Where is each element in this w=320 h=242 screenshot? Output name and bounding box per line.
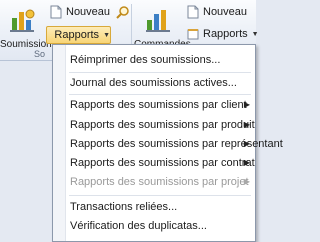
chevron-down-icon: ▼ [103,32,110,39]
rapports-label-1: Rapports [54,29,99,41]
menu-item-par-projet: Rapports des soumissions par projet ▶ [70,173,250,191]
menu-item-label: Rapports des soumissions par client [70,99,247,111]
chevron-down-icon: ▼ [252,31,259,38]
new-document-icon [187,5,199,19]
rapports-dropdown-menu: Réimprimer des soumissions... Journal de… [52,44,256,242]
report-icon [187,28,199,40]
chevron-right-icon: ▶ [244,96,250,114]
commandes-icon [134,6,182,37]
new-document-icon [50,5,62,19]
menu-item-label: Réimprimer des soumissions... [70,54,220,66]
menu-item-par-client[interactable]: Rapports des soumissions par client ▶ [70,96,250,114]
nouveau-label-2: Nouveau [203,6,247,18]
search-icon [116,5,130,19]
soumissions-icon [0,6,44,37]
rapports-button-1[interactable]: Rapports ▼ [46,26,111,44]
menu-item-duplicatas[interactable]: Vérification des duplicatas... [70,217,250,235]
chevron-right-icon: ▶ [244,116,250,134]
chevron-right-icon: ▶ [244,135,250,153]
menu-separator [69,195,251,196]
menu-separator [69,94,251,95]
commandes-button[interactable]: Commandes [134,2,182,50]
rapports-label-2: Rapports [203,28,248,40]
rapports-button-2[interactable]: Rapports ▼ [187,26,259,42]
menu-item-label: Vérification des duplicatas... [70,220,207,232]
nouveau-button-1[interactable]: Nouveau [50,4,110,20]
menu-item-label: Rapports des soumissions par représentan… [70,138,283,150]
menu-item-transactions[interactable]: Transactions reliées... [70,198,250,216]
nouveau-label-1: Nouveau [66,6,110,18]
menu-separator [69,72,251,73]
menu-item-label: Journal des soumissions actives... [70,77,237,89]
menu-item-label: Rapports des soumissions par contrat [70,157,255,169]
menu-item-journal[interactable]: Journal des soumissions actives... [70,74,250,92]
menu-item-label: Rapports des soumissions par produit [70,119,255,131]
menu-item-par-representant[interactable]: Rapports des soumissions par représentan… [70,135,250,153]
menu-item-label: Transactions reliées... [70,201,177,213]
menu-item-reimprimer[interactable]: Réimprimer des soumissions... [70,51,250,69]
group-label-soumissions: So [34,49,45,60]
chevron-right-icon: ▶ [244,173,250,191]
menu-item-par-contrat[interactable]: Rapports des soumissions par contrat ▶ [70,154,250,172]
nouveau-button-2[interactable]: Nouveau [187,4,247,20]
chevron-right-icon: ▶ [244,154,250,172]
soumissions-button[interactable]: Soumissions [0,2,44,50]
menu-item-par-produit[interactable]: Rapports des soumissions par produit ▶ [70,116,250,134]
menu-gutter [53,45,66,241]
menu-item-label: Rapports des soumissions par projet [70,176,249,188]
